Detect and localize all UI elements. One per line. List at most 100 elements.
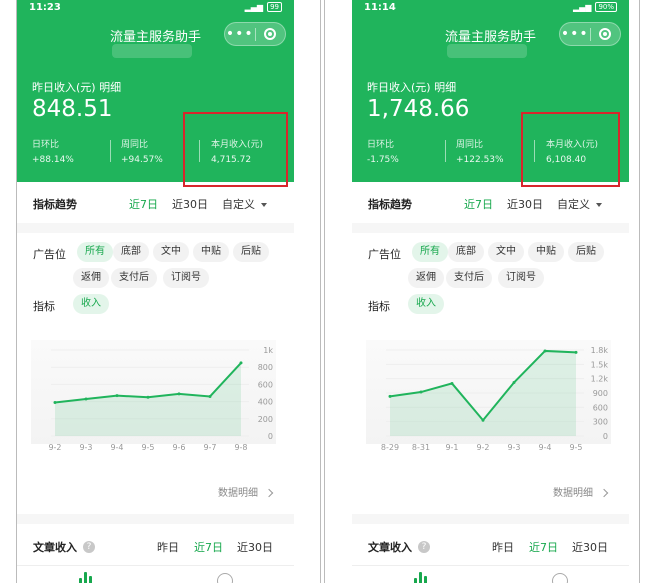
stat-week-over-week: 周同比 +94.57% [121,137,163,165]
article-range-30d[interactable]: 近30日 [572,539,608,555]
y-tick-label: 1.5k [591,360,609,369]
stat-label: 日环比 [32,140,60,150]
data-point [208,394,212,398]
chip-after[interactable]: 后贴 [233,242,269,262]
article-range-yesterday[interactable]: 昨日 [492,539,514,555]
summary-header: 11:14 ▂▄▆ 90% 流量主服务助手 ••• 昨日收入(元) 明细 1,7… [352,0,629,187]
range-7d[interactable]: 近7日 [464,196,493,212]
help-icon[interactable]: ? [418,541,430,553]
range-custom[interactable]: 自定义 [557,196,602,212]
bar-chart-icon[interactable] [79,572,93,583]
stat-value: +94.57% [121,155,163,165]
section-gap [17,223,294,233]
data-detail-label: 数据明细 [218,488,258,499]
chip-mid[interactable]: 中贴 [193,242,229,262]
y-tick-label: 300 [593,418,608,427]
user-icon[interactable] [217,573,233,583]
chip-bottom[interactable]: 底部 [113,242,149,262]
status-icons: ▂▄▆ 99 [245,2,282,12]
article-income-label: 文章收入 [368,541,412,554]
data-point [481,418,485,422]
y-tick-label: 200 [258,415,273,424]
screenshot-border-mid-a [320,0,321,583]
user-icon[interactable] [552,573,568,583]
data-point [146,395,150,399]
status-icons: ▂▄▆ 90% [573,2,617,12]
chip-rebate[interactable]: 返佣 [73,268,109,288]
more-icon[interactable]: ••• [225,27,255,41]
trend-row: 指标趋势 近7日 近30日 自定义 [17,193,294,215]
trend-row: 指标趋势 近7日 近30日 自定义 [352,193,629,215]
y-tick-label: 0 [603,432,608,441]
x-tick-label: 9-3 [79,443,92,452]
y-tick-label: 1.2k [591,375,609,384]
data-point [419,390,423,394]
metric-label: 指标 [33,300,55,313]
range-30d[interactable]: 近30日 [172,196,208,212]
data-point [239,361,243,365]
stat-divider [110,140,111,162]
range-7d[interactable]: 近7日 [129,196,158,212]
ad-slot-label: 广告位 [368,248,401,261]
article-range-yesterday[interactable]: 昨日 [157,539,179,555]
chip-inline[interactable]: 文中 [153,242,189,262]
chart-svg: 0 300 600 900 1.2k 1.5k 1.8k 8-29 8-31 9-1 9-2 9-3 9… [381,346,609,452]
yesterday-income-label[interactable]: 昨日收入(元) 明细 [32,79,121,95]
stat-label: 周同比 [121,140,149,150]
data-detail-link[interactable]: 数据明细 [218,484,274,499]
stat-value: +122.53% [456,155,504,165]
help-icon[interactable]: ? [83,541,95,553]
chip-income[interactable]: 收入 [408,294,444,314]
range-custom[interactable]: 自定义 [222,196,267,212]
ad-slot-label: 广告位 [33,248,66,261]
signal-icon: ▂▄▆ [572,2,592,12]
chip-rebate[interactable]: 返佣 [408,268,444,288]
app-title: 流量主服务助手 [445,30,537,45]
close-miniprogram-icon[interactable] [256,28,286,40]
data-detail-link[interactable]: 数据明细 [553,484,609,499]
chip-all[interactable]: 所有 [412,242,448,262]
x-tick-label: 9-5 [141,443,154,452]
status-time: 11:14 [364,2,396,13]
section-gap [352,514,629,524]
y-tick-label: 600 [258,380,273,389]
close-miniprogram-icon[interactable] [591,28,621,40]
blurred-account-name [447,44,527,58]
yesterday-income-value: 1,748.66 [367,96,470,122]
article-range-7d[interactable]: 近7日 [529,539,558,555]
data-point [115,394,119,398]
stat-day-over-day: 日环比 -1.75% [367,137,399,165]
data-point [512,380,516,384]
chip-subscription[interactable]: 订阅号 [498,268,544,288]
miniprogram-capsule[interactable]: ••• [224,22,286,46]
status-time: 11:23 [29,2,61,13]
miniprogram-capsule[interactable]: ••• [559,22,621,46]
chip-after-pay[interactable]: 支付后 [446,268,492,288]
chip-income[interactable]: 收入 [73,294,109,314]
x-tick-label: 8-29 [381,443,399,452]
chip-all[interactable]: 所有 [77,242,113,262]
chart-svg: 0 200 400 600 800 1k 9-2 9-3 9-4 9-5 9-6 9-7 9-8 [48,346,273,452]
income-trend-chart[interactable]: 0 300 600 900 1.2k 1.5k 1.8k 8-29 8-31 9-1 9-2 9-3 9… [366,340,621,460]
income-trend-chart[interactable]: 0 200 400 600 800 1k 9-2 9-3 9-4 9-5 9-6 9-7 9-8 [31,340,286,460]
chip-after[interactable]: 后贴 [568,242,604,262]
tab-bar [17,565,294,583]
more-icon[interactable]: ••• [560,27,590,41]
chip-after-pay[interactable]: 支付后 [111,268,157,288]
chip-bottom[interactable]: 底部 [448,242,484,262]
chip-inline[interactable]: 文中 [488,242,524,262]
chip-subscription[interactable]: 订阅号 [163,268,209,288]
article-range-7d[interactable]: 近7日 [194,539,223,555]
chip-mid[interactable]: 中贴 [528,242,564,262]
summary-header: 11:23 ▂▄▆ 99 流量主服务助手 ••• 昨日收入(元) 明细 848.… [17,0,294,187]
chevron-down-icon [596,203,602,207]
data-point [543,349,547,353]
article-range-30d[interactable]: 近30日 [237,539,273,555]
section-gap [17,514,294,524]
bar-chart-icon[interactable] [414,572,428,583]
stat-label: 日环比 [367,140,395,150]
x-tick-label: 9-5 [569,443,582,452]
article-income-row: 文章收入 ? 昨日 近7日 近30日 [352,537,629,557]
range-30d[interactable]: 近30日 [507,196,543,212]
yesterday-income-label[interactable]: 昨日收入(元) 明细 [367,79,456,95]
